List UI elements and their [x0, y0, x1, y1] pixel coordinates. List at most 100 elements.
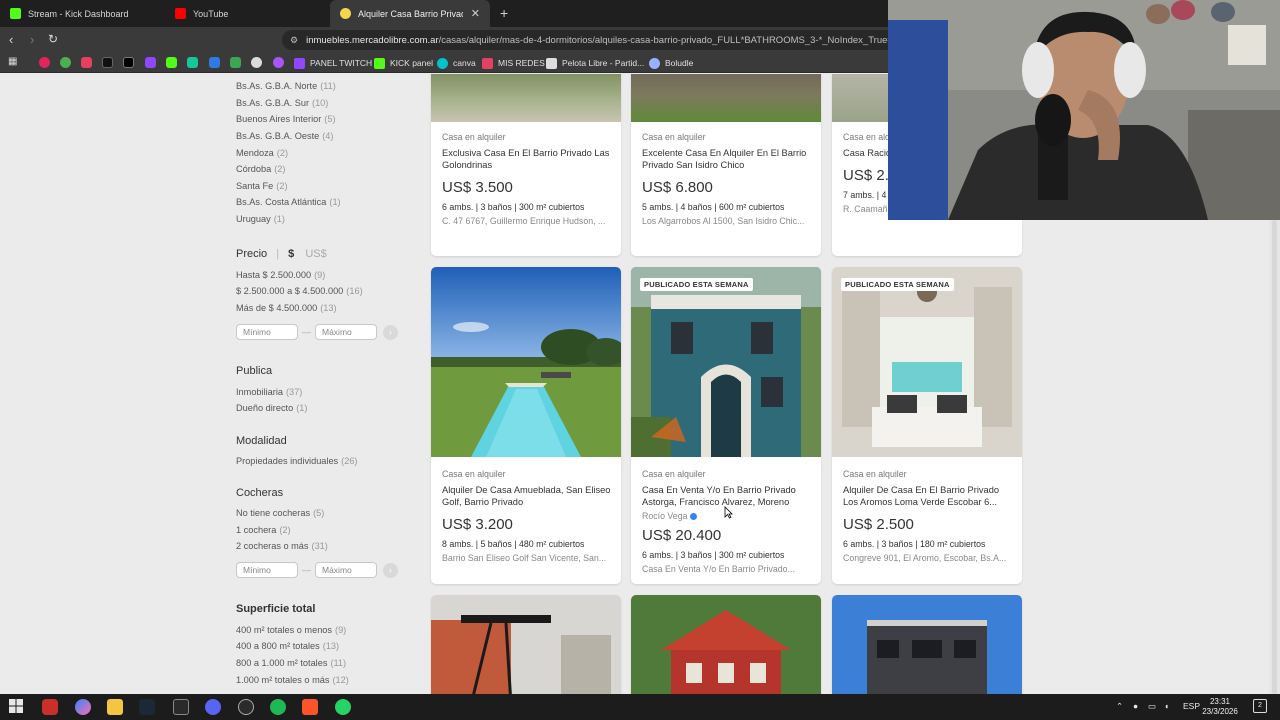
filter-cocheras-option[interactable]: No tiene cocheras (5)	[236, 508, 324, 518]
listing-title[interactable]: Casa En Venta Y/o En Barrio Privado Asto…	[642, 484, 813, 508]
filter-location[interactable]: Bs.As. G.B.A. Sur (10)	[236, 98, 328, 108]
listing-title[interactable]: Alquiler De Casa En El Barrio Privado Lo…	[843, 484, 1014, 508]
filter-location[interactable]: Uruguay (1)	[236, 214, 285, 224]
kick-icon[interactable]	[166, 57, 177, 68]
filter-cocheras-option[interactable]: 1 cochera (2)	[236, 525, 291, 535]
listing-photo[interactable]	[431, 267, 621, 457]
windows-start-icon[interactable]	[9, 699, 25, 715]
file-explorer-icon[interactable]	[107, 699, 123, 715]
tiktok-icon[interactable]	[102, 57, 113, 68]
microphone-icon[interactable]: ●	[1133, 701, 1138, 711]
filter-price-option[interactable]: $ 2.500.000 a $ 4.500.000 (16)	[236, 286, 363, 296]
filter-location[interactable]: Mendoza (2)	[236, 148, 288, 158]
epic-games-icon[interactable]	[173, 699, 189, 715]
obs-icon[interactable]	[238, 699, 254, 715]
apply-price-button[interactable]: ›	[383, 324, 398, 340]
bookmark-icon[interactable]	[230, 57, 241, 68]
listing-card[interactable]	[431, 595, 621, 694]
listing-card[interactable]: PUBLICADO ESTA SEMANA Casa en alquiler A…	[832, 267, 1022, 584]
listing-title[interactable]: Excelente Casa En Alquiler En El Barrio …	[642, 147, 813, 171]
listing-photo[interactable]	[431, 595, 621, 694]
bookmark-icon[interactable]	[251, 57, 262, 68]
tab-youtube[interactable]: YouTube	[165, 0, 330, 27]
listing-photo[interactable]	[832, 595, 1022, 694]
listing-card[interactable]	[631, 595, 821, 694]
back-icon[interactable]: ‹	[9, 32, 13, 47]
whatsapp-icon[interactable]	[335, 699, 351, 715]
steam-icon[interactable]	[139, 699, 155, 715]
filter-location[interactable]: Santa Fe (2)	[236, 181, 288, 191]
volume-icon[interactable]: ◖	[1164, 701, 1169, 711]
bookmark-icon[interactable]	[273, 57, 284, 68]
forward-icon[interactable]: ›	[30, 32, 34, 47]
listing-photo[interactable]	[631, 595, 821, 694]
x-twitter-icon[interactable]	[123, 57, 134, 68]
listing-photo[interactable]	[431, 74, 621, 122]
copilot-icon[interactable]	[75, 699, 91, 715]
tab-kick-dashboard[interactable]: Stream - Kick Dashboard	[0, 0, 165, 27]
filter-location[interactable]: Bs.As. Costa Atlántica (1)	[236, 197, 341, 207]
currency-ars-toggle[interactable]: $	[288, 248, 294, 260]
bookmark-canva[interactable]: canva	[437, 56, 476, 70]
chevron-up-icon[interactable]: ⌃	[1116, 701, 1123, 712]
listing-photo[interactable]: PUBLICADO ESTA SEMANA	[631, 267, 821, 457]
site-info-icon[interactable]: ⚙	[290, 35, 298, 46]
filter-superficie-option[interactable]: 1.000 m² totales o más (12)	[236, 675, 349, 685]
filter-superficie-option[interactable]: 800 a 1.000 m² totales (11)	[236, 658, 346, 668]
listing-title[interactable]: Exclusiva Casa En El Barrio Privado Las …	[442, 147, 613, 171]
reload-icon[interactable]: ↻	[48, 32, 58, 46]
price-max-input[interactable]: Máximo	[315, 324, 377, 340]
bookmark-panel-twitch[interactable]: PANEL TWITCH	[294, 56, 372, 70]
filter-location[interactable]: Córdoba (2)	[236, 164, 285, 174]
instagram-icon[interactable]	[81, 57, 92, 68]
language-indicator[interactable]: ESP	[1183, 701, 1200, 711]
filter-modalidad-option[interactable]: Propiedades individuales (26)	[236, 456, 358, 466]
currency-usd-toggle[interactable]: US$	[305, 248, 326, 260]
scrollbar[interactable]	[1269, 220, 1280, 694]
bookmark-icon[interactable]	[39, 57, 50, 68]
filter-publica-option[interactable]: Dueño directo (1)	[236, 403, 307, 413]
listing-card[interactable]	[832, 595, 1022, 694]
clock[interactable]: 23:31 23/3/2026	[1200, 697, 1240, 717]
filter-price-option[interactable]: Más de $ 4.500.000 (13)	[236, 303, 337, 313]
listing-card[interactable]: Casa en alquiler Alquiler De Casa Amuebl…	[431, 267, 621, 584]
listing-photo[interactable]	[631, 74, 821, 122]
filter-label: Buenos Aires Interior	[236, 114, 322, 124]
filter-location[interactable]: Buenos Aires Interior (5)	[236, 114, 336, 124]
listing-card[interactable]: Casa en alquiler Exclusiva Casa En El Ba…	[431, 74, 621, 256]
listing-card[interactable]: Casa en alquiler Excelente Casa En Alqui…	[631, 74, 821, 256]
bookmark-mis-redes[interactable]: MIS REDES	[482, 56, 545, 70]
cocheras-min-input[interactable]: Mínimo	[236, 562, 298, 578]
filter-location[interactable]: Bs.As. G.B.A. Oeste (4)	[236, 131, 333, 141]
filter-publica-option[interactable]: Inmobiliaria (37)	[236, 387, 302, 397]
notifications-icon[interactable]: 2	[1253, 699, 1267, 713]
cocheras-max-input[interactable]: Máximo	[315, 562, 377, 578]
filter-cocheras-option[interactable]: 2 cocheras o más (31)	[236, 541, 328, 551]
brave-icon[interactable]	[302, 699, 318, 715]
filter-location[interactable]: Bs.As. G.B.A. Norte (11)	[236, 81, 336, 91]
scrollbar-thumb[interactable]	[1272, 220, 1277, 694]
new-tab-icon[interactable]: +	[500, 5, 508, 21]
listing-photo[interactable]: PUBLICADO ESTA SEMANA	[832, 267, 1022, 457]
bookmark-icon[interactable]	[60, 57, 71, 68]
tab-mercadolibre[interactable]: Alquiler Casa Barrio Privado | Me ✕	[330, 0, 490, 27]
network-icon[interactable]: ▭	[1148, 701, 1156, 712]
bookmark-boludle[interactable]: Boludle	[649, 56, 693, 70]
bookmark-kick-panel[interactable]: KICK panel	[374, 56, 433, 70]
bookmark-icon[interactable]	[187, 57, 198, 68]
apps-grid-icon[interactable]: ▦	[8, 56, 17, 67]
listing-card[interactable]: PUBLICADO ESTA SEMANA Casa en alquiler C…	[631, 267, 821, 584]
close-tab-icon[interactable]: ✕	[463, 7, 480, 20]
bookmark-icon[interactable]	[209, 57, 220, 68]
filter-superficie-option[interactable]: 400 m² totales o menos (9)	[236, 625, 346, 635]
apply-cocheras-button[interactable]: ›	[383, 562, 398, 578]
bookmark-pelota-libre[interactable]: Pelota Libre - Partid...	[546, 56, 644, 70]
filter-superficie-option[interactable]: 400 a 800 m² totales (13)	[236, 641, 339, 651]
twitch-icon[interactable]	[145, 57, 156, 68]
filter-price-option[interactable]: Hasta $ 2.500.000 (9)	[236, 270, 325, 280]
spotify-icon[interactable]	[270, 699, 286, 715]
shield-icon[interactable]	[42, 699, 58, 715]
price-min-input[interactable]: Mínimo	[236, 324, 298, 340]
discord-icon[interactable]	[205, 699, 221, 715]
listing-title[interactable]: Alquiler De Casa Amueblada, San Eliseo G…	[442, 484, 613, 508]
